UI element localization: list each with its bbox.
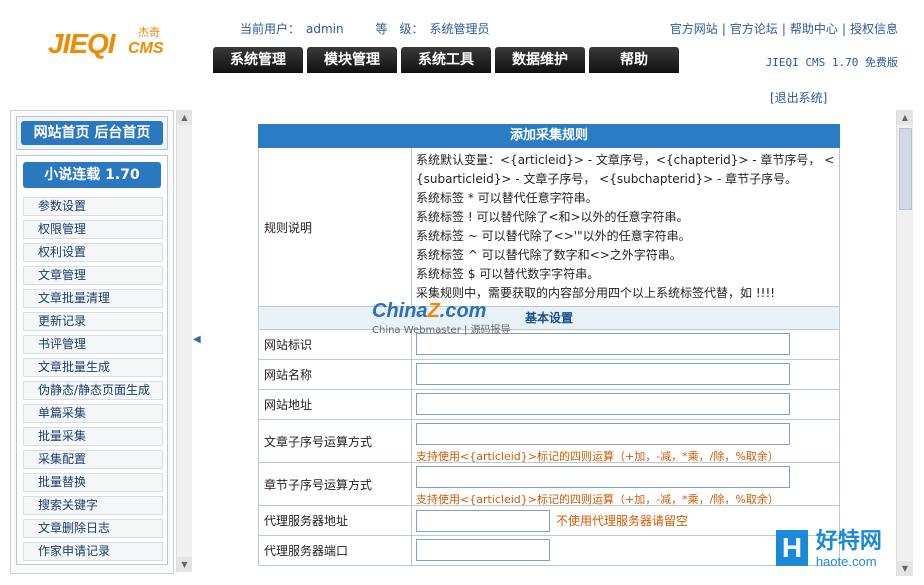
form-title: 添加采集规则 xyxy=(258,124,840,148)
proxy-host-hint: 不使用代理服务器请留空 xyxy=(556,514,689,528)
scroll-up-icon[interactable]: ▲ xyxy=(177,110,192,125)
main-scrollbar[interactable]: ▲ ▼ xyxy=(896,110,913,576)
proxy-host-label: 代理服务器地址 xyxy=(259,506,412,535)
article-sub-id-hint: 支持使用<{articleid}>标记的四则运算（+加，-减，*乘，/除，%取余… xyxy=(416,450,779,463)
sidebar-item-delete-log[interactable]: 文章删除日志 xyxy=(23,519,163,538)
top-links: 官方网站 | 官方论坛 | 帮助中心 | 授权信息 xyxy=(669,22,898,36)
version-label: JIEQI CMS 1.70 免费版 xyxy=(765,56,898,69)
sidebar: 网站首页 后台首页 小说连载 1.70 参数设置 权限管理 权利设置 文章管理 … xyxy=(10,110,174,574)
sidebar-item-permissions[interactable]: 权限管理 xyxy=(23,220,163,239)
header: JIEQI 杰奇 CMS 当前用户： admin 等 级： 系统管理员 官方网站 | 官… xyxy=(0,0,924,106)
sidebar-section-title[interactable]: 小说连载 1.70 xyxy=(23,162,161,188)
sidebar-item-review-management[interactable]: 书评管理 xyxy=(23,335,163,354)
main-scroll-up-icon[interactable]: ▲ xyxy=(897,110,913,125)
level-label: 等 级： xyxy=(375,22,424,36)
sidebar-item-static-page-generate[interactable]: 伪静态/静态页面生成 xyxy=(23,381,163,400)
tab-system-management[interactable]: 系统管理 xyxy=(213,47,303,73)
sidebar-item-article-batch-generate[interactable]: 文章批量生成 xyxy=(23,358,163,377)
site-url-input[interactable] xyxy=(416,393,790,415)
main-nav: 系统管理 模块管理 系统工具 数据维护 帮助 xyxy=(213,47,679,73)
article-sub-id-label: 文章子序号运算方式 xyxy=(259,420,412,462)
link-official-forum[interactable]: 官方论坛 xyxy=(730,22,778,36)
tab-system-tools[interactable]: 系统工具 xyxy=(401,47,491,73)
sidebar-item-collect-config[interactable]: 采集配置 xyxy=(23,450,163,469)
collect-rule-form: 添加采集规则 规则说明 系统默认变量：<{articleid}> - 文章序号，… xyxy=(258,124,840,566)
user-info: 当前用户： admin 等 级： 系统管理员 xyxy=(240,20,495,37)
logout-link[interactable]: [退出系统] xyxy=(770,89,827,106)
tab-data-maintenance[interactable]: 数据维护 xyxy=(495,47,585,73)
haote-h-icon: H xyxy=(776,530,808,566)
chapter-sub-id-input[interactable] xyxy=(416,466,790,488)
site-name-label: 网站名称 xyxy=(259,360,412,389)
proxy-port-label: 代理服务器端口 xyxy=(259,536,412,565)
proxy-port-input[interactable] xyxy=(416,539,550,561)
chapter-sub-id-label: 章节子序号运算方式 xyxy=(259,463,412,505)
rule-description-label: 规则说明 xyxy=(259,148,412,306)
haote-logo: H 好特网 haote.com xyxy=(776,530,882,569)
sidebar-item-rights[interactable]: 权利设置 xyxy=(23,243,163,262)
sidebar-item-update-log[interactable]: 更新记录 xyxy=(23,312,163,331)
tab-help[interactable]: 帮助 xyxy=(589,47,679,73)
sidebar-item-params[interactable]: 参数设置 xyxy=(23,197,163,216)
rule-description: 系统默认变量：<{articleid}> - 文章序号，<{chapterid}… xyxy=(416,153,835,300)
current-user-label: 当前用户： xyxy=(240,22,301,36)
link-license-info[interactable]: 授权信息 xyxy=(850,22,898,36)
link-help-center[interactable]: 帮助中心 xyxy=(790,22,838,36)
main-scroll-down-icon[interactable]: ▼ xyxy=(897,561,913,576)
collapse-sidebar-icon[interactable]: ◀ xyxy=(193,334,201,345)
current-user: admin xyxy=(306,22,344,36)
sidebar-item-article-management[interactable]: 文章管理 xyxy=(23,266,163,285)
scroll-down-icon[interactable]: ▼ xyxy=(177,557,192,572)
level: 系统管理员 xyxy=(429,22,490,36)
site-id-input[interactable] xyxy=(416,333,790,355)
article-sub-id-input[interactable] xyxy=(416,423,790,445)
tab-module-management[interactable]: 模块管理 xyxy=(307,47,397,73)
sidebar-item-author-applications[interactable]: 作家申请记录 xyxy=(23,542,163,561)
sidebar-item-single-collect[interactable]: 单篇采集 xyxy=(23,404,163,423)
site-name-input[interactable] xyxy=(416,363,790,385)
site-home-button[interactable]: 网站首页 后台首页 xyxy=(21,121,163,145)
sidebar-menu: 参数设置 权限管理 权利设置 文章管理 文章批量清理 更新记录 书评管理 文章批… xyxy=(23,197,163,565)
sidebar-item-batch-collect[interactable]: 批量采集 xyxy=(23,427,163,446)
sidebar-item-batch-replace[interactable]: 批量替换 xyxy=(23,473,163,492)
main-scroll-thumb[interactable] xyxy=(899,128,912,210)
sidebar-item-article-batch-clean[interactable]: 文章批量清理 xyxy=(23,289,163,308)
section-basic-settings: 基本设置 xyxy=(258,307,840,330)
logo-sub: 杰奇 xyxy=(138,26,160,39)
proxy-host-input[interactable] xyxy=(416,509,550,532)
site-url-label: 网站地址 xyxy=(259,390,412,419)
chapter-sub-id-hint: 支持使用<{articleid}>标记的四则运算（+加，-减，*乘，/除，%取余… xyxy=(416,493,779,506)
sidebar-scrollbar[interactable]: ▲ ▼ xyxy=(176,110,192,572)
chinaz-watermark: ChinaZ.com China Webmaster | 源码报导 xyxy=(372,300,511,336)
sidebar-item-search-keywords[interactable]: 搜索关键字 xyxy=(23,496,163,515)
link-official-site[interactable]: 官方网站 xyxy=(670,22,718,36)
jieqi-logo[interactable]: JIEQI 杰奇 CMS xyxy=(20,22,180,64)
logo-text: JIEQI xyxy=(48,28,116,59)
logo-cms: CMS xyxy=(128,40,164,57)
